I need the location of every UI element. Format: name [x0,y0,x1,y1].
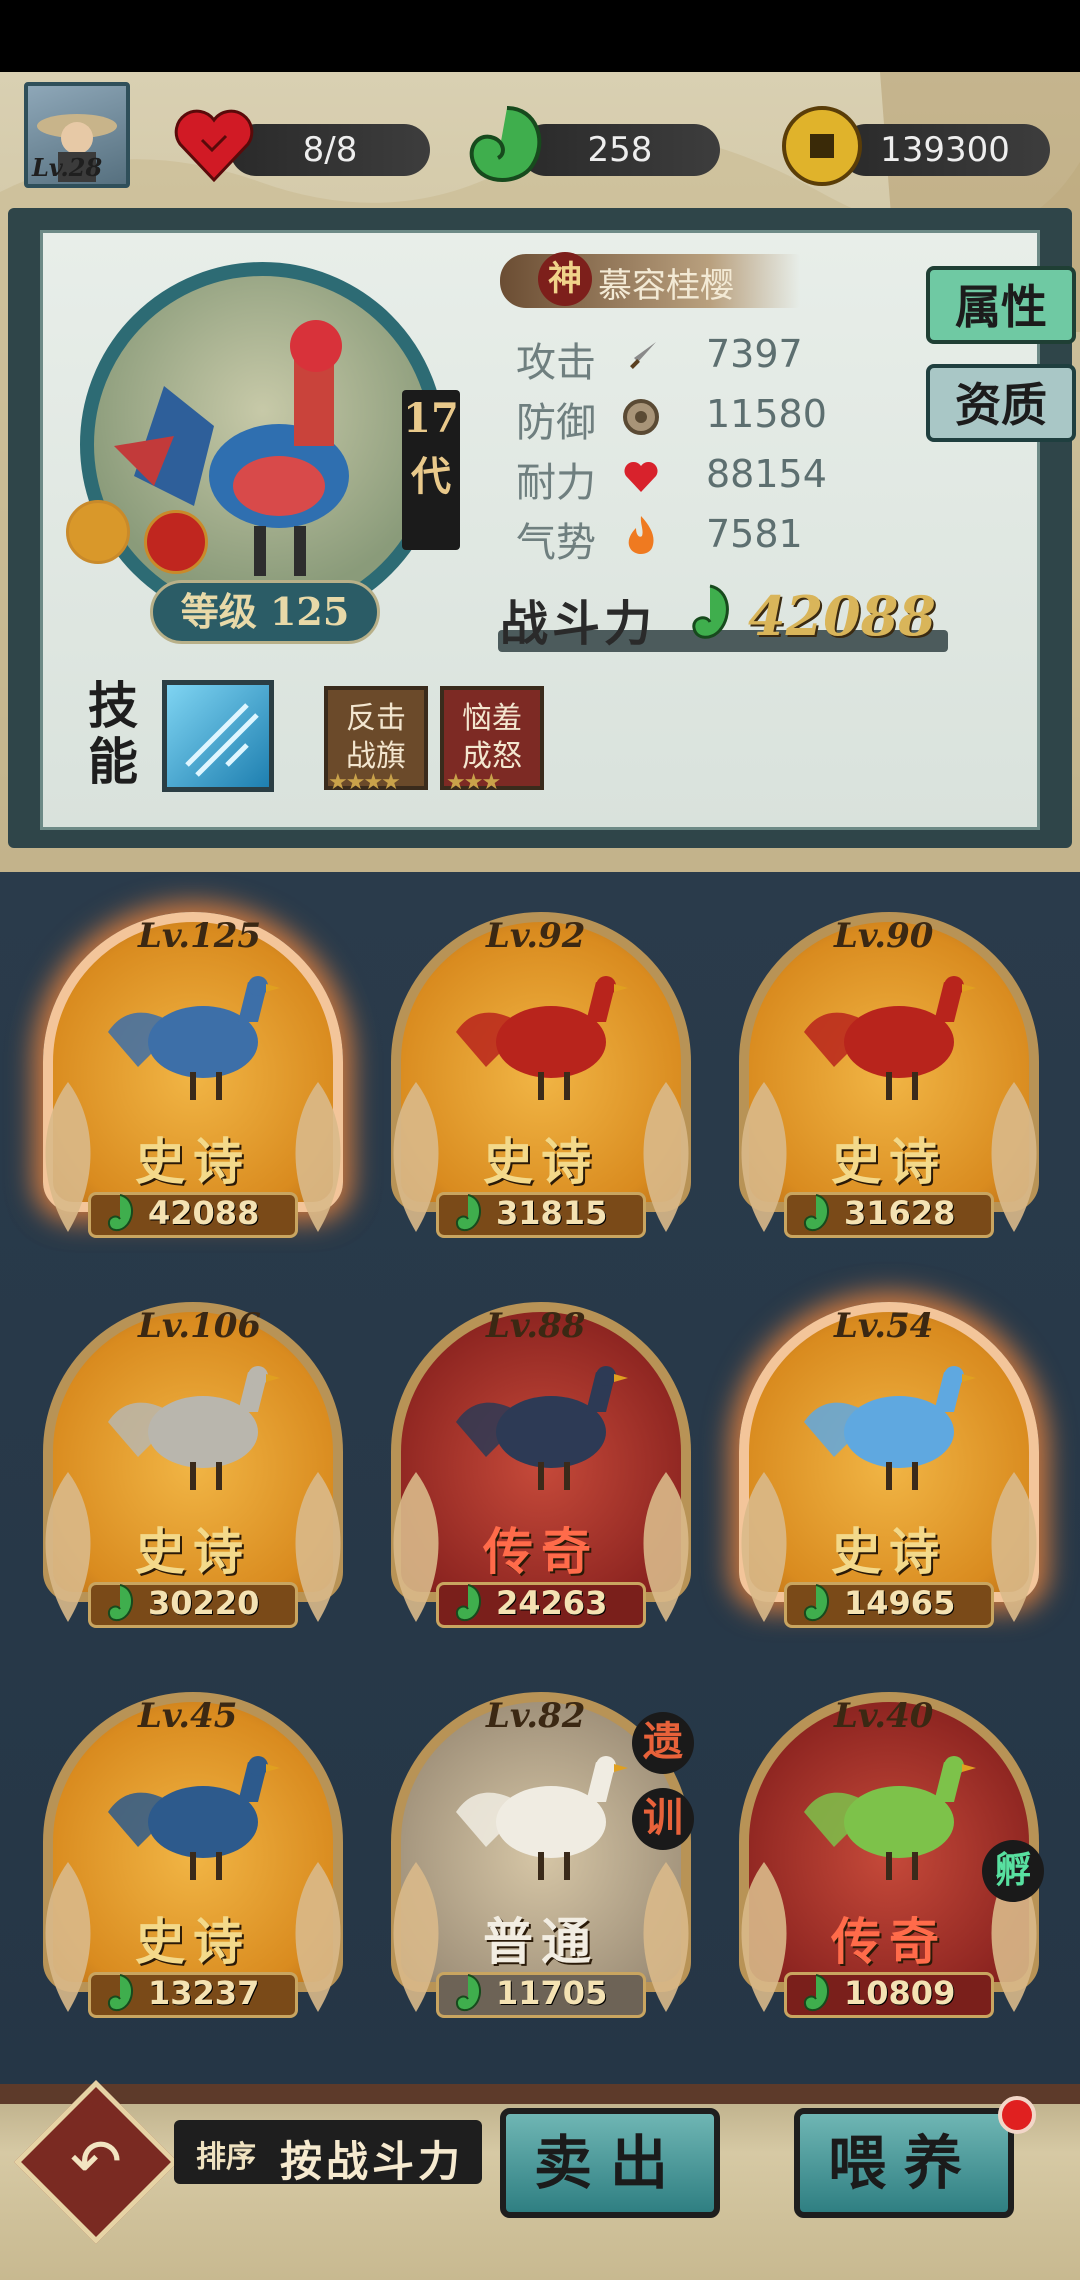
jade-icon [803,1584,829,1622]
roster-card[interactable]: Lv.45 史诗 13237 [28,1672,358,2032]
jade-icon [455,1194,481,1232]
card-rarity: 史诗 [831,1132,947,1191]
card-level: Lv.82 [486,1696,586,1736]
card-power: 30220 [148,1584,260,1622]
legacy-badge: 遗 [632,1712,694,1774]
chicken-icon [108,1366,280,1490]
card-level: Lv.40 [834,1696,934,1736]
card-level: Lv.90 [834,916,934,956]
card-rarity: 传奇 [483,1522,599,1581]
feed-button[interactable]: 喂养 [794,2108,1014,2218]
feed-notification-dot [998,2096,1036,2134]
jade-icon [455,1584,481,1622]
roster-card[interactable]: Lv.90 史诗 31628 [724,892,1054,1252]
card-rarity: 史诗 [831,1522,947,1581]
chicken-icon [804,976,976,1100]
roster-card[interactable]: Lv.106 史诗 30220 [28,1282,358,1642]
card-power: 10809 [844,1974,956,2012]
card-rarity: 史诗 [135,1912,251,1971]
roster-card[interactable]: Lv.54 史诗 14965 [724,1282,1054,1642]
card-level: Lv.125 [138,916,262,956]
card-power: 31628 [844,1194,956,1232]
card-power: 14965 [844,1584,956,1622]
roster-card[interactable]: Lv.82 普通 11705 遗训 [376,1672,706,2032]
chicken-icon [108,1756,280,1880]
card-level: Lv.88 [486,1306,586,1346]
sort-label: 排序 [196,2140,256,2175]
roster-card[interactable]: Lv.88 传奇 24263 [376,1282,706,1642]
jade-icon [107,1584,133,1622]
bottom-bar-edge [0,2084,1080,2104]
card-rarity: 史诗 [135,1132,251,1191]
jade-icon [107,1194,133,1232]
undo-icon: ↶ [70,2125,122,2198]
card-power: 24263 [496,1584,608,1622]
card-power: 11705 [496,1974,608,2012]
chicken-icon [108,976,280,1100]
card-rarity: 史诗 [483,1132,599,1191]
card-power: 31815 [496,1194,608,1232]
card-level: Lv.92 [486,916,586,956]
jade-icon [803,1194,829,1232]
hatch-badge: 孵 [982,1840,1044,1902]
chicken-icon [456,976,628,1100]
card-rarity: 史诗 [135,1522,251,1581]
sort-value: 按战斗力 [280,2137,465,2186]
card-level: Lv.106 [138,1306,262,1346]
chicken-icon [456,1756,628,1880]
jade-icon [455,1974,481,2012]
card-power: 42088 [148,1194,260,1232]
chicken-icon [804,1756,976,1880]
jade-icon [803,1974,829,2012]
jade-icon [107,1974,133,2012]
legacy-badge: 训 [632,1788,694,1850]
roster-card[interactable]: Lv.92 史诗 31815 [376,892,706,1252]
roster-card[interactable]: Lv.40 传奇 10809 孵 [724,1672,1054,2032]
card-level: Lv.45 [138,1696,238,1736]
card-power: 13237 [148,1974,260,2012]
chicken-icon [456,1366,628,1490]
sell-button[interactable]: 卖出 [500,2108,720,2218]
roster-card[interactable]: Lv.125 史诗 42088 [28,892,358,1252]
card-rarity: 传奇 [831,1912,947,1971]
card-rarity: 普通 [483,1912,599,1971]
chicken-icon [804,1366,976,1490]
roster-grid: Lv.125 史诗 42088 Lv.92 史诗 31815 Lv.90 史诗 31628 Lv.… [0,0,1080,2280]
card-level: Lv.54 [834,1306,934,1346]
